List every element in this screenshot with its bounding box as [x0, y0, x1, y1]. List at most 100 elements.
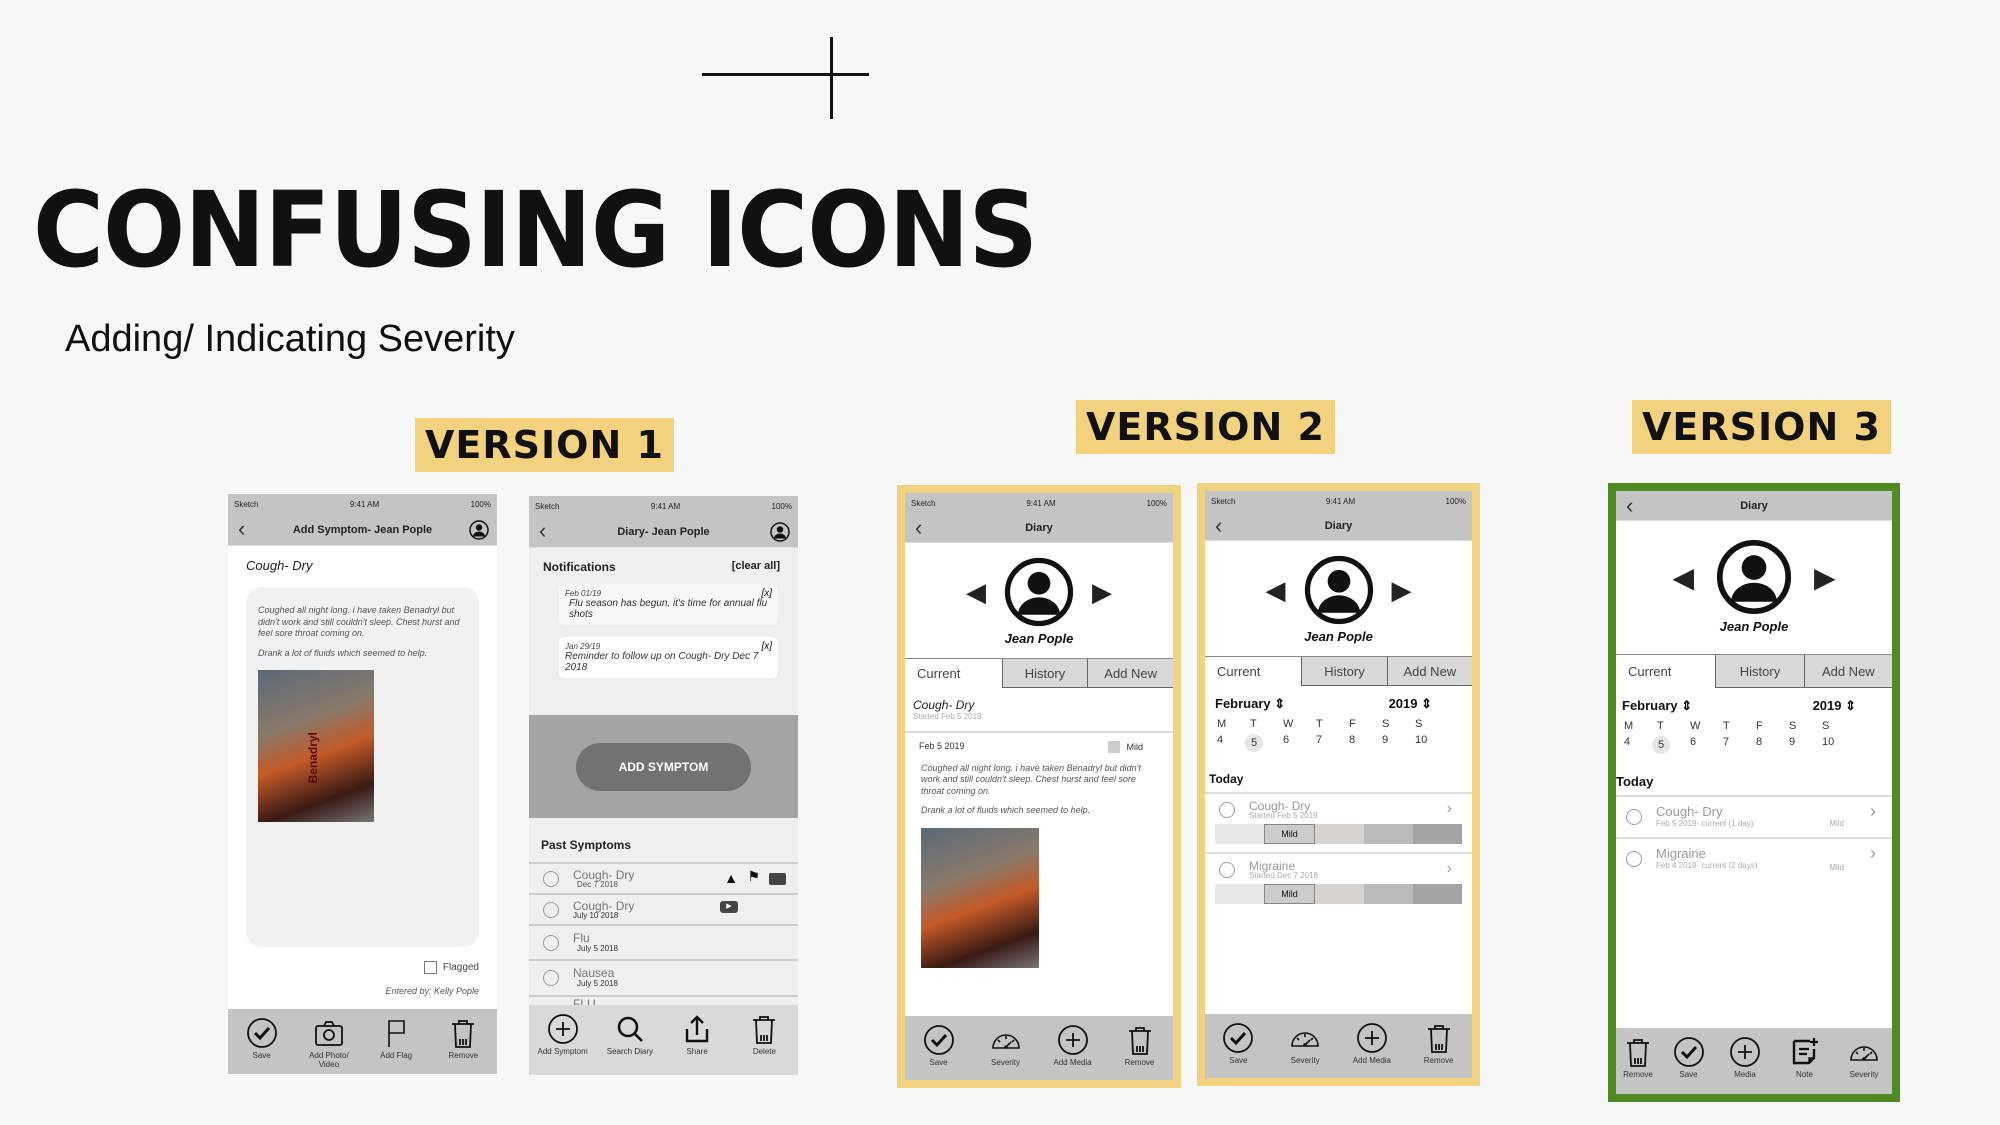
add-symptom-button[interactable]: Add Symptom — [533, 1013, 593, 1056]
month-selector[interactable]: February — [1622, 698, 1678, 713]
list-item[interactable]: Cough- Dry Started Feb 5 2019 › Mild — [1205, 792, 1472, 852]
select-radio[interactable] — [1219, 802, 1235, 818]
attached-photo[interactable] — [921, 828, 1039, 968]
list-item[interactable]: Cough- Dry Feb 5 2019- current (1 day) Mi… — [1616, 795, 1892, 837]
severity-scale[interactable]: Mild — [1215, 824, 1462, 844]
severity-level-5[interactable] — [1413, 884, 1462, 904]
severity-level-3[interactable] — [1315, 824, 1364, 844]
flagged-checkbox[interactable] — [423, 961, 437, 974]
severity-level-2-selected[interactable]: Mild — [1264, 884, 1315, 904]
list-item[interactable]: Migraine Feb 4 2019- current (2 days) Mil… — [1616, 837, 1892, 879]
tab-add-new[interactable]: Add New — [1803, 655, 1892, 688]
tab-history[interactable]: History — [1301, 657, 1387, 686]
remove-button[interactable]: Remove — [1409, 1022, 1469, 1065]
select-radio[interactable] — [543, 901, 559, 918]
severity-level-1[interactable] — [1215, 884, 1264, 904]
previous-user-arrow-icon[interactable]: ◀ — [1266, 575, 1286, 606]
severity-button[interactable]: Severity — [1275, 1022, 1335, 1065]
calendar-day-selected[interactable]: 5 — [1652, 736, 1670, 754]
search-diary-button[interactable]: Search Diary — [600, 1013, 660, 1056]
next-user-arrow-icon[interactable]: ▶ — [1092, 577, 1112, 608]
select-radio[interactable] — [1626, 851, 1642, 867]
tab-add-new[interactable]: Add New — [1087, 659, 1173, 688]
severity-level-4[interactable] — [1364, 884, 1413, 904]
tab-current[interactable]: Current — [1205, 657, 1302, 686]
tab-current[interactable]: Current — [1616, 655, 1716, 688]
month-selector[interactable]: February — [1215, 696, 1271, 711]
attached-photo[interactable]: Benadryl — [258, 669, 374, 822]
list-item[interactable]: Flu July 5 2018 — [529, 924, 798, 959]
add-media-button[interactable]: Add Media — [1342, 1022, 1402, 1065]
save-button[interactable]: Save — [1664, 1036, 1714, 1079]
media-button[interactable]: Media — [1717, 1036, 1773, 1079]
severity-level-5[interactable] — [1413, 824, 1462, 844]
calendar-day[interactable]: 7 — [1723, 736, 1756, 754]
calendar-day[interactable]: 9 — [1382, 734, 1415, 752]
year-selector[interactable]: 2019 — [1813, 698, 1842, 713]
previous-user-arrow-icon[interactable]: ◀ — [966, 577, 986, 608]
chevron-right-icon[interactable]: › — [1870, 843, 1876, 864]
select-radio[interactable] — [543, 870, 559, 887]
note-textarea[interactable]: Coughed all night long. i have taken Ben… — [246, 587, 479, 947]
calendar-day-selected[interactable]: 5 — [1245, 734, 1263, 752]
calendar-day[interactable]: 8 — [1349, 734, 1382, 752]
add-symptom-button[interactable]: ADD SYMPTOM — [576, 742, 751, 791]
select-radio[interactable] — [1219, 862, 1235, 878]
remove-button[interactable]: Remove — [1616, 1036, 1660, 1079]
severity-level-3[interactable] — [1315, 884, 1364, 904]
calendar-day[interactable]: 6 — [1690, 736, 1723, 754]
severity-button[interactable]: Severity — [976, 1024, 1036, 1067]
back-chevron-icon[interactable]: ‹ — [915, 515, 922, 541]
previous-user-arrow-icon[interactable]: ◀ — [1672, 561, 1694, 594]
next-user-arrow-icon[interactable]: ▶ — [1392, 575, 1412, 606]
notification-card[interactable]: Feb 01/19 [x] Flu season has begun, it's… — [559, 584, 778, 625]
severity-level-4[interactable] — [1364, 824, 1413, 844]
year-selector[interactable]: 2019 — [1389, 696, 1418, 711]
severity-scale[interactable]: Mild — [1215, 884, 1462, 904]
share-button[interactable]: Share — [667, 1013, 727, 1056]
chevron-right-icon[interactable]: › — [1870, 801, 1876, 822]
list-item[interactable]: Cough- Dry Dec 7 2018 ▲ ⚑ — [529, 862, 798, 893]
back-chevron-icon[interactable]: ‹ — [1215, 513, 1222, 539]
tab-history[interactable]: History — [1001, 659, 1088, 688]
notification-card[interactable]: Jan 29/19 [x] Reminder to follow up on C… — [559, 637, 778, 678]
chevron-right-icon[interactable]: › — [1447, 860, 1452, 878]
add-flag-button[interactable]: Add Flag — [366, 1017, 426, 1060]
note-button[interactable]: Note — [1777, 1036, 1833, 1079]
list-item[interactable]: Migraine Started Dec 7 2018 › Mild — [1205, 852, 1472, 912]
back-chevron-icon[interactable]: ‹ — [238, 516, 245, 542]
account-icon[interactable] — [770, 522, 790, 542]
select-radio[interactable] — [543, 934, 559, 951]
select-radio[interactable] — [543, 970, 559, 986]
add-photo-button[interactable]: Add Photo/ Video — [299, 1017, 359, 1069]
severity-button[interactable]: Severity — [1836, 1036, 1892, 1079]
add-media-button[interactable]: Add Media — [1043, 1024, 1103, 1067]
save-button[interactable]: Save — [232, 1017, 292, 1060]
remove-button[interactable]: Remove — [433, 1017, 493, 1060]
remove-button[interactable]: Remove — [1110, 1024, 1170, 1067]
delete-button[interactable]: Delete — [734, 1013, 794, 1056]
severity-level-2-selected[interactable]: Mild — [1264, 824, 1315, 844]
clear-all-link[interactable]: [clear all] — [732, 560, 780, 574]
chevron-right-icon[interactable]: › — [1447, 800, 1452, 818]
severity-checkbox[interactable] — [1108, 741, 1121, 753]
tab-add-new[interactable]: Add New — [1386, 657, 1472, 686]
calendar-day[interactable]: 7 — [1316, 734, 1349, 752]
next-user-arrow-icon[interactable]: ▶ — [1814, 561, 1836, 594]
back-chevron-icon[interactable]: ‹ — [539, 518, 546, 544]
calendar-day[interactable]: 6 — [1283, 734, 1316, 752]
select-radio[interactable] — [1626, 809, 1642, 825]
back-chevron-icon[interactable]: ‹ — [1626, 493, 1633, 519]
save-button[interactable]: Save — [1208, 1022, 1268, 1065]
account-icon[interactable] — [469, 520, 489, 540]
severity-level-1[interactable] — [1215, 824, 1264, 844]
calendar-day[interactable]: 10 — [1415, 734, 1448, 752]
list-item[interactable]: Nausea July 5 2018 — [529, 959, 798, 995]
calendar-day[interactable]: 9 — [1789, 736, 1822, 754]
tab-history[interactable]: History — [1715, 655, 1804, 688]
tab-current[interactable]: Current — [905, 659, 1002, 688]
calendar-day[interactable]: 10 — [1822, 736, 1855, 754]
dismiss-notification[interactable]: [x] — [761, 641, 772, 652]
calendar-day[interactable]: 8 — [1756, 736, 1789, 754]
list-item[interactable]: Cough- Dry July 10 2018 ▶ — [529, 893, 798, 924]
